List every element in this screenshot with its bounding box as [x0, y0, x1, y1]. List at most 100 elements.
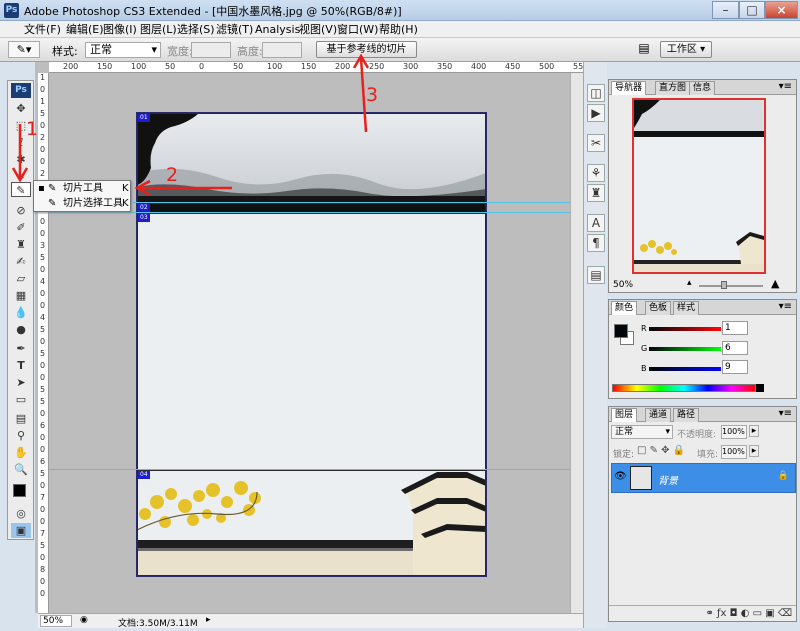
tab-color[interactable]: 颜色 [611, 301, 638, 315]
flyout-item-slice-tool[interactable]: ▪ ✎ 切片工具 K [36, 182, 130, 196]
clone-stamp-tool-icon[interactable]: ♜ [11, 237, 31, 252]
opacity-arrow-icon[interactable]: ▸ [749, 425, 759, 437]
navigator-zoom-value[interactable]: 50% [613, 280, 633, 290]
paragraph-panel-icon[interactable]: ¶ [587, 234, 605, 252]
tab-layers[interactable]: 图层 [611, 408, 638, 422]
menu-file[interactable]: 文件(F) [24, 22, 61, 37]
foreground-color-swatch[interactable] [614, 324, 628, 338]
notes-tool-icon[interactable]: ▤ [11, 411, 31, 426]
hand-tool-icon[interactable]: ✋ [11, 445, 31, 460]
menu-view[interactable]: 视图(V) [299, 22, 337, 37]
opacity-input[interactable]: 100% [721, 425, 747, 439]
tab-paths[interactable]: 路径 [673, 408, 700, 422]
flyout-item-slice-select-tool[interactable]: ✎ 切片选择工具 K [36, 197, 130, 211]
tab-channels[interactable]: 通道 [645, 408, 672, 422]
width-input[interactable] [191, 42, 231, 58]
gradient-tool-icon[interactable]: ▦ [11, 288, 31, 303]
navigator-thumbnail[interactable] [632, 98, 766, 274]
brushes-panel-icon[interactable]: ⚘ [587, 164, 605, 182]
eye-icon[interactable]: 👁 [614, 471, 627, 482]
palette-well-icon[interactable]: ▤ [632, 41, 656, 58]
vertical-scrollbar[interactable] [570, 73, 583, 613]
slice-04[interactable]: 04 [137, 470, 486, 576]
status-arrow-icon[interactable]: ▸ [206, 615, 211, 625]
screen-mode-icon[interactable]: ▣ [11, 523, 31, 538]
slice-03[interactable]: 03 [137, 213, 486, 470]
layer-name[interactable]: 背景 [658, 472, 678, 487]
slices-from-guides-button[interactable]: 基于参考线的切片 [316, 41, 417, 58]
tab-info[interactable]: 信息 [689, 81, 716, 95]
zoom-out-icon[interactable]: ▴ [687, 278, 692, 288]
type-tool-icon[interactable]: T [11, 358, 31, 373]
actions-panel-icon[interactable]: ▶ [587, 104, 605, 122]
eyedropper-tool-icon[interactable]: ⚲ [11, 428, 31, 443]
panel-menu-icon[interactable]: ▾≡ [779, 301, 792, 312]
foreground-color-swatch[interactable] [13, 484, 26, 497]
workspace-button[interactable]: 工作区 ▾ [660, 41, 712, 58]
history-panel-icon[interactable]: ◫ [587, 84, 605, 102]
zoom-slider-handle[interactable] [721, 281, 727, 289]
quick-mask-icon[interactable]: ◎ [11, 506, 31, 521]
menu-edit[interactable]: 编辑(E) [66, 22, 104, 37]
tab-swatches[interactable]: 色板 [645, 301, 672, 315]
menu-layer[interactable]: 图层(L) [140, 22, 177, 37]
zoom-in-icon[interactable]: ▲ [771, 277, 779, 290]
shape-tool-icon[interactable]: ▭ [11, 392, 31, 407]
menu-analysis[interactable]: Analysis [255, 22, 300, 37]
layer-row-background[interactable]: 👁 背景 🔒 [611, 463, 796, 493]
zoom-slider[interactable] [699, 285, 763, 287]
tool-presets-icon[interactable]: ✂ [587, 134, 605, 152]
path-selection-tool-icon[interactable]: ➤ [11, 375, 31, 390]
character-panel-icon[interactable]: A [587, 214, 605, 232]
layer-comps-icon[interactable]: ▤ [587, 266, 605, 284]
maximize-button[interactable]: □ [739, 1, 765, 19]
guide-line[interactable] [49, 212, 570, 213]
slice-01[interactable]: 01 [137, 113, 486, 203]
dodge-tool-icon[interactable]: ● [11, 322, 31, 337]
menu-help[interactable]: 帮助(H) [379, 22, 418, 37]
blue-value-input[interactable]: 9 [722, 360, 748, 374]
panel-menu-icon[interactable]: ▾≡ [779, 81, 792, 92]
magic-wand-tool-icon[interactable]: ✱ [11, 152, 31, 167]
close-button[interactable]: × [765, 1, 798, 19]
height-input[interactable] [262, 42, 302, 58]
fill-arrow-icon[interactable]: ▸ [749, 445, 759, 457]
green-slider[interactable] [649, 347, 721, 351]
pen-tool-icon[interactable]: ✒ [11, 341, 31, 356]
guide-line[interactable] [49, 469, 570, 470]
menu-filter[interactable]: 滤镜(T) [216, 22, 253, 37]
status-menu-icon[interactable]: ◉ [80, 615, 88, 625]
minimize-button[interactable]: – [712, 1, 739, 19]
clone-source-icon[interactable]: ♜ [587, 184, 605, 202]
red-slider[interactable] [649, 327, 721, 331]
blend-mode-select[interactable]: 正常 ▾ [611, 425, 673, 439]
menu-select[interactable]: 选择(S) [177, 22, 215, 37]
history-brush-tool-icon[interactable]: ✍ [11, 254, 31, 269]
black-swatch[interactable] [756, 384, 764, 392]
brush-tool-icon[interactable]: ✐ [11, 220, 31, 235]
green-value-input[interactable]: 6 [722, 341, 748, 355]
panel-menu-icon[interactable]: ▾≡ [779, 408, 792, 419]
tab-histogram[interactable]: 直方图 [655, 81, 691, 95]
tab-styles[interactable]: 样式 [673, 301, 700, 315]
slice-tool-preset-icon[interactable]: ✎▾ [8, 41, 40, 58]
menu-image[interactable]: 图像(I) [103, 22, 137, 37]
style-select[interactable]: 正常 ▾ [85, 42, 161, 58]
document-canvas[interactable]: 01 02 03 04 [136, 112, 487, 577]
slice-tool-icon[interactable]: ✎ [11, 182, 31, 197]
lock-icons[interactable]: □ ✎ ✥ 🔒 [637, 445, 685, 456]
zoom-field[interactable]: 50% [40, 615, 72, 627]
layers-footer-icons[interactable]: ⚭ ƒx ◘ ◐ ▭ ▣ ⌫ [609, 605, 796, 621]
move-tool-icon[interactable]: ✥ [11, 101, 31, 116]
zoom-tool-icon[interactable]: 🔍 [11, 462, 31, 477]
red-value-input[interactable]: 1 [722, 321, 748, 335]
blur-tool-icon[interactable]: 💧 [11, 305, 31, 320]
tab-navigator[interactable]: 导航器 [611, 81, 647, 95]
eraser-tool-icon[interactable]: ▱ [11, 271, 31, 286]
green-label: G [641, 344, 648, 353]
menu-window[interactable]: 窗口(W) [337, 22, 378, 37]
healing-brush-tool-icon[interactable]: ⊘ [11, 203, 31, 218]
color-spectrum-ramp[interactable] [612, 384, 756, 392]
blue-slider[interactable] [649, 367, 721, 371]
fill-input[interactable]: 100% [721, 445, 747, 459]
